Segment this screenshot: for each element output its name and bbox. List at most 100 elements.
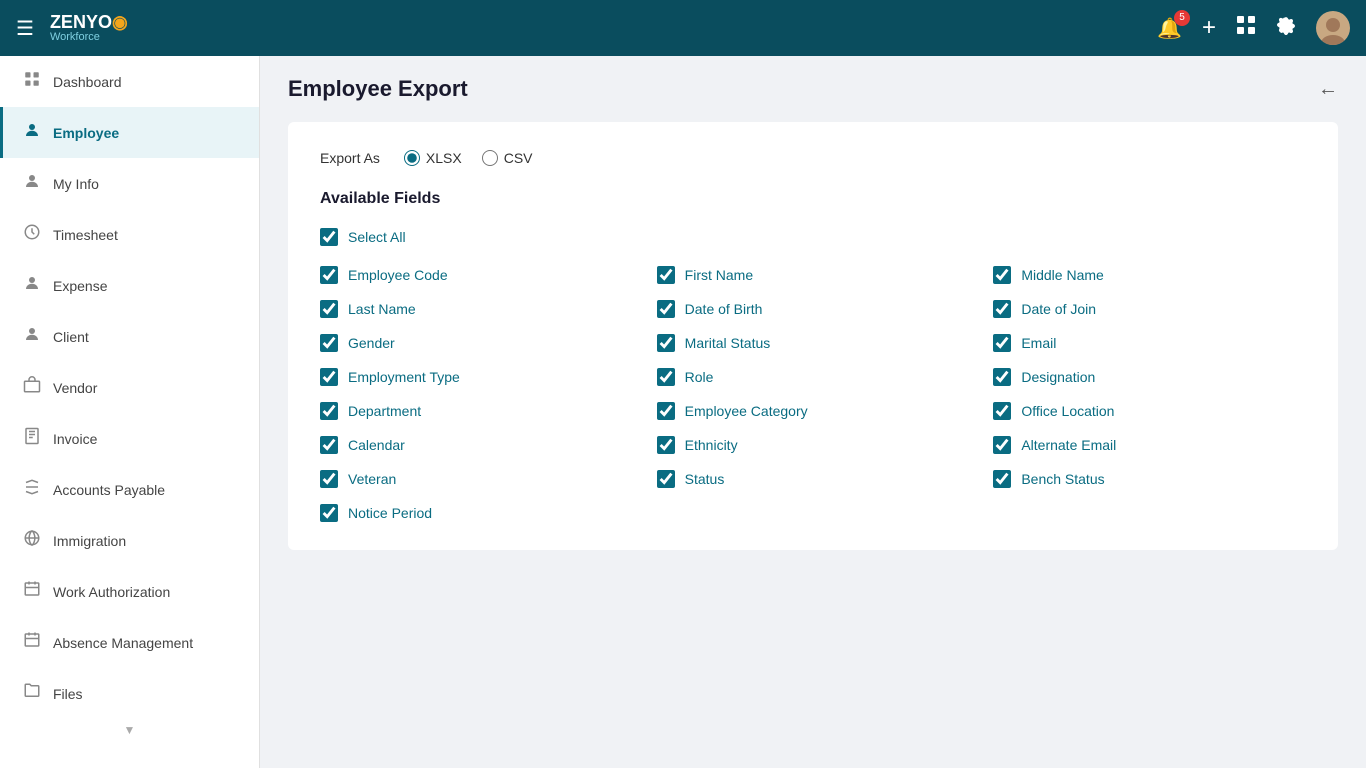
select-all-checkbox[interactable] <box>320 228 338 246</box>
back-button[interactable]: ← <box>1318 78 1338 101</box>
checkbox-employee-category[interactable] <box>657 402 675 420</box>
label-employee-code: Employee Code <box>348 267 448 283</box>
checkbox-status[interactable] <box>657 470 675 488</box>
csv-radio[interactable] <box>482 150 498 166</box>
sidebar-item-vendor[interactable]: Vendor <box>0 362 259 413</box>
checkbox-employee-code[interactable] <box>320 266 338 284</box>
sidebar-item-absence-management[interactable]: Absence Management <box>0 617 259 668</box>
myinfo-icon <box>23 172 41 195</box>
checkbox-veteran[interactable] <box>320 470 338 488</box>
notification-badge: 5 <box>1174 10 1190 26</box>
page-title: Employee Export <box>288 76 468 102</box>
sidebar-item-immigration[interactable]: Immigration <box>0 515 259 566</box>
label-first-name: First Name <box>685 267 753 283</box>
label-notice-period: Notice Period <box>348 505 432 521</box>
logo-zenyo: ZENYO◉ <box>50 13 128 31</box>
field-item-alternate-email: Alternate Email <box>993 436 1306 454</box>
dashboard-icon <box>23 70 41 93</box>
field-item-date-of-join: Date of Join <box>993 300 1306 318</box>
checkbox-marital-status[interactable] <box>657 334 675 352</box>
label-employee-category: Employee Category <box>685 403 808 419</box>
field-item-employment-type: Employment Type <box>320 368 633 386</box>
field-item-marital-status: Marital Status <box>657 334 970 352</box>
select-all-row: Select All <box>320 228 1306 246</box>
available-fields-title: Available Fields <box>320 190 1306 208</box>
sidebar-label-invoice: Invoice <box>53 431 97 447</box>
label-employment-type: Employment Type <box>348 369 460 385</box>
sidebar-item-client[interactable]: Client <box>0 311 259 362</box>
field-item-bench-status: Bench Status <box>993 470 1306 488</box>
field-item-ethnicity: Ethnicity <box>657 436 970 454</box>
xlsx-radio[interactable] <box>404 150 420 166</box>
grid-icon[interactable] <box>1236 15 1256 41</box>
label-gender: Gender <box>348 335 395 351</box>
checkbox-date-of-birth[interactable] <box>657 300 675 318</box>
checkbox-first-name[interactable] <box>657 266 675 284</box>
checkbox-office-location[interactable] <box>993 402 1011 420</box>
notification-bell[interactable]: 🔔 5 <box>1157 16 1182 41</box>
client-icon <box>23 325 41 348</box>
label-bench-status: Bench Status <box>1021 471 1104 487</box>
checkbox-bench-status[interactable] <box>993 470 1011 488</box>
sidebar-item-dashboard[interactable]: Dashboard <box>0 56 259 107</box>
csv-label: CSV <box>504 150 533 166</box>
app-layout: Dashboard Employee My Info Timesheet Exp… <box>0 56 1366 768</box>
add-button[interactable]: + <box>1202 14 1216 42</box>
export-as-row: Export As XLSX CSV <box>320 150 1306 166</box>
sidebar-item-employee[interactable]: Employee <box>0 107 259 158</box>
checkbox-alternate-email[interactable] <box>993 436 1011 454</box>
logo: ZENYO◉ Workforce <box>50 13 128 43</box>
checkbox-ethnicity[interactable] <box>657 436 675 454</box>
hamburger-menu[interactable]: ☰ <box>16 16 34 41</box>
field-item-calendar: Calendar <box>320 436 633 454</box>
immigration-icon <box>23 529 41 552</box>
export-as-label: Export As <box>320 150 380 166</box>
field-item-middle-name: Middle Name <box>993 266 1306 284</box>
checkbox-department[interactable] <box>320 402 338 420</box>
sidebar-item-expense[interactable]: Expense <box>0 260 259 311</box>
sidebar-item-myinfo[interactable]: My Info <box>0 158 259 209</box>
label-date-of-join: Date of Join <box>1021 301 1096 317</box>
field-item-department: Department <box>320 402 633 420</box>
select-all-label: Select All <box>348 229 406 245</box>
checkbox-calendar[interactable] <box>320 436 338 454</box>
checkbox-middle-name[interactable] <box>993 266 1011 284</box>
label-ethnicity: Ethnicity <box>685 437 738 453</box>
sidebar-label-employee: Employee <box>53 125 119 141</box>
vendor-icon <box>23 376 41 399</box>
sidebar-item-files[interactable]: Files <box>0 668 259 719</box>
logo-mark: ◉ <box>112 12 128 32</box>
label-last-name: Last Name <box>348 301 416 317</box>
sidebar-item-work-authorization[interactable]: Work Authorization <box>0 566 259 617</box>
top-navigation: ☰ ZENYO◉ Workforce 🔔 5 + <box>0 0 1366 56</box>
files-icon <box>23 682 41 705</box>
label-marital-status: Marital Status <box>685 335 771 351</box>
checkbox-notice-period[interactable] <box>320 504 338 522</box>
label-calendar: Calendar <box>348 437 405 453</box>
checkbox-designation[interactable] <box>993 368 1011 386</box>
checkbox-role[interactable] <box>657 368 675 386</box>
checkbox-gender[interactable] <box>320 334 338 352</box>
xlsx-option[interactable]: XLSX <box>404 150 462 166</box>
sidebar-label-timesheet: Timesheet <box>53 227 118 243</box>
user-avatar[interactable] <box>1316 11 1350 45</box>
sidebar-item-accounts-payable[interactable]: Accounts Payable <box>0 464 259 515</box>
invoice-icon <box>23 427 41 450</box>
main-content: Employee Export ← Export As XLSX CSV <box>260 56 1366 768</box>
checkbox-email[interactable] <box>993 334 1011 352</box>
settings-icon[interactable] <box>1276 15 1296 41</box>
checkbox-last-name[interactable] <box>320 300 338 318</box>
sidebar-item-invoice[interactable]: Invoice <box>0 413 259 464</box>
sidebar-item-timesheet[interactable]: Timesheet <box>0 209 259 260</box>
field-item-last-name: Last Name <box>320 300 633 318</box>
checkbox-date-of-join[interactable] <box>993 300 1011 318</box>
timesheet-icon <box>23 223 41 246</box>
csv-option[interactable]: CSV <box>482 150 533 166</box>
sidebar-label-files: Files <box>53 686 83 702</box>
sidebar-label-absence-management: Absence Management <box>53 635 193 651</box>
sidebar-label-client: Client <box>53 329 89 345</box>
nav-left: ☰ ZENYO◉ Workforce <box>16 13 128 43</box>
checkbox-employment-type[interactable] <box>320 368 338 386</box>
export-card: Export As XLSX CSV Available Fields <box>288 122 1338 550</box>
label-status: Status <box>685 471 725 487</box>
